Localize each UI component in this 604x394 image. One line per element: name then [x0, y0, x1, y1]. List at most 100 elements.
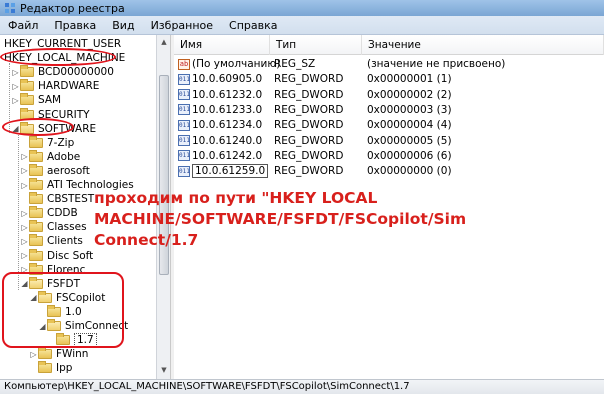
folder-icon	[38, 347, 52, 360]
annotation-text: проходим по пути "HKEY LOCAL MACHINE/SOF…	[94, 188, 466, 251]
expand-arrow-icon[interactable]: ▷	[20, 237, 29, 246]
tree-item[interactable]: ▷ Florenc	[20, 262, 85, 277]
menu-view[interactable]: Вид	[104, 19, 142, 32]
tree-item[interactable]: Ipp	[29, 361, 72, 375]
tree-item[interactable]: ◢ SimConnect	[38, 319, 128, 333]
tree-item-label: SECURITY	[38, 108, 90, 121]
tree-item[interactable]: ▷ BCD00000000	[11, 65, 114, 79]
tree-item[interactable]: HKEY_LOCAL_MACHINE	[4, 51, 125, 65]
value-row[interactable]: 011 10.0.61233.0 REG_DWORD 0x00000003 (3)	[174, 103, 604, 118]
expand-arrow-icon[interactable]: ▷	[20, 265, 29, 274]
tree-item[interactable]: ▷ FWinn	[29, 347, 88, 361]
expand-arrow-icon[interactable]: ▷	[11, 68, 20, 77]
folder-icon	[38, 361, 52, 374]
annotation-line: проходим по пути "HKEY LOCAL	[94, 189, 378, 207]
expand-arrow-icon[interactable]: ▷	[11, 82, 20, 91]
tree-item[interactable]: ▷ SAM	[11, 93, 61, 107]
value-data: 0x00000005 (5)	[367, 134, 452, 147]
title-bar: Редактор реестра	[0, 0, 604, 16]
menu-help[interactable]: Справка	[221, 19, 285, 32]
folder-icon	[29, 192, 43, 205]
tree-item[interactable]: 1.0	[38, 304, 82, 319]
tree-item[interactable]: ◢ FSFDT	[20, 276, 80, 291]
value-type: REG_DWORD	[274, 149, 344, 162]
tree-item[interactable]: 7-Zip	[20, 135, 75, 150]
menu-file[interactable]: Файл	[0, 19, 46, 32]
value-row[interactable]: 011 10.0.61242.0 REG_DWORD 0x00000006 (6)	[174, 149, 604, 164]
value-data: 0x00000001 (1)	[367, 73, 452, 86]
folder-icon	[56, 333, 70, 346]
tree-item-label: SimConnect	[65, 320, 129, 332]
tree-item[interactable]: ▷ HARDWARE	[11, 79, 99, 93]
menu-bar: Файл Правка Вид Избранное Справка	[0, 16, 604, 35]
tree-item[interactable]: ▷ Clients	[20, 234, 83, 248]
tree-item[interactable]: ▷ Adobe	[20, 149, 81, 164]
column-value[interactable]: Значение	[362, 35, 604, 55]
expand-arrow-icon[interactable]: ▷	[20, 251, 29, 260]
scroll-up-icon[interactable]: ▲	[159, 37, 169, 47]
expand-arrow-icon[interactable]: ▷	[20, 152, 29, 161]
collapse-arrow-icon[interactable]: ◢	[29, 293, 38, 302]
expand-arrow-icon[interactable]: ▷	[20, 223, 29, 232]
folder-icon	[29, 220, 43, 233]
tree-item[interactable]: SECURITY	[11, 107, 90, 122]
tree-item-label: SAM	[38, 94, 62, 107]
folder-icon	[29, 149, 43, 162]
tree-item[interactable]: HKEY_CURRENT_USER	[4, 37, 121, 51]
value-row[interactable]: 011 10.0.60905.0 REG_DWORD 0x00000001 (1)	[174, 72, 604, 87]
menu-edit[interactable]: Правка	[46, 19, 104, 32]
column-name[interactable]: Имя	[174, 35, 270, 55]
value-row[interactable]: 011 10.0.61232.0 REG_DWORD 0x00000002 (2)	[174, 88, 604, 103]
tree-item[interactable]: ◢ SOFTWARE	[11, 121, 96, 136]
tree-item-label: aerosoft	[47, 164, 90, 177]
folder-icon	[47, 304, 61, 317]
folder-icon	[29, 206, 43, 219]
folder-icon	[29, 262, 43, 275]
value-data: 0x00000000 (0)	[367, 165, 452, 178]
value-name-cell: 011 10.0.61240.0	[178, 134, 262, 149]
value-row[interactable]: ab (По умолчанию) REG_SZ (значение не присв…	[174, 57, 604, 72]
value-name-cell: 011 10.0.61233.0	[178, 103, 262, 118]
value-row[interactable]: 011 10.0.61240.0 REG_DWORD 0x00000005 (5)	[174, 134, 604, 149]
scroll-down-icon[interactable]: ▼	[159, 365, 169, 375]
tree-item[interactable]: ▷ Disc Soft	[20, 248, 93, 263]
tree-item-label: 7-Zip	[47, 136, 75, 149]
dword-value-icon: 011	[178, 89, 190, 101]
tree-item-label: BCD00000000	[38, 66, 114, 79]
tree-item-label: HKEY_LOCAL_MACHINE	[4, 52, 126, 65]
tree-item[interactable]: ◢ FSCopilot	[29, 290, 106, 305]
folder-icon	[29, 234, 43, 247]
expand-arrow-icon[interactable]: ▷	[20, 181, 29, 190]
expand-arrow-icon[interactable]: ▷	[20, 166, 29, 175]
value-name-cell: 011 10.0.61234.0	[178, 118, 262, 133]
value-data: (значение не присвоено)	[367, 58, 506, 70]
tree-item-label: Clients	[47, 235, 83, 248]
value-type: REG_SZ	[274, 58, 316, 70]
value-row[interactable]: 011 10.0.61259.0 REG_DWORD 0x00000000 (0)	[174, 164, 604, 179]
collapse-arrow-icon[interactable]: ◢	[11, 124, 20, 133]
tree-item[interactable]: ▷ Classes	[20, 220, 87, 234]
menu-favorites[interactable]: Избранное	[143, 19, 221, 32]
collapse-arrow-icon[interactable]: ◢	[20, 279, 29, 288]
tree-item[interactable]: CBSTEST	[20, 192, 94, 206]
value-name[interactable]: 10.0.61259.0	[192, 164, 269, 179]
dword-value-icon: 011	[178, 135, 190, 146]
tree-item[interactable]: 1.7	[47, 333, 97, 348]
dword-value-icon: 011	[178, 165, 190, 177]
dword-value-icon: 011	[178, 104, 190, 116]
column-type[interactable]: Тип	[270, 35, 362, 55]
value-name: 10.0.61234.0	[192, 119, 263, 132]
tree-item[interactable]: ▷ aerosoft	[20, 163, 90, 178]
tree-item[interactable]: ▷ CDDB	[20, 206, 78, 220]
tree-item-label: FWinn	[56, 348, 89, 361]
tree-guide-line	[18, 135, 19, 290]
tree-item-label: Adobe	[47, 150, 81, 163]
expand-arrow-icon[interactable]: ▷	[29, 350, 38, 359]
value-row[interactable]: 011 10.0.61234.0 REG_DWORD 0x00000004 (4)	[174, 118, 604, 133]
expand-arrow-icon[interactable]: ▷	[11, 96, 20, 105]
folder-icon	[20, 121, 34, 134]
collapse-arrow-icon[interactable]: ◢	[38, 322, 47, 331]
expand-arrow-icon[interactable]: ▷	[20, 209, 29, 218]
tree-item-label: FSCopilot	[56, 291, 106, 304]
string-value-icon: ab	[178, 58, 190, 70]
